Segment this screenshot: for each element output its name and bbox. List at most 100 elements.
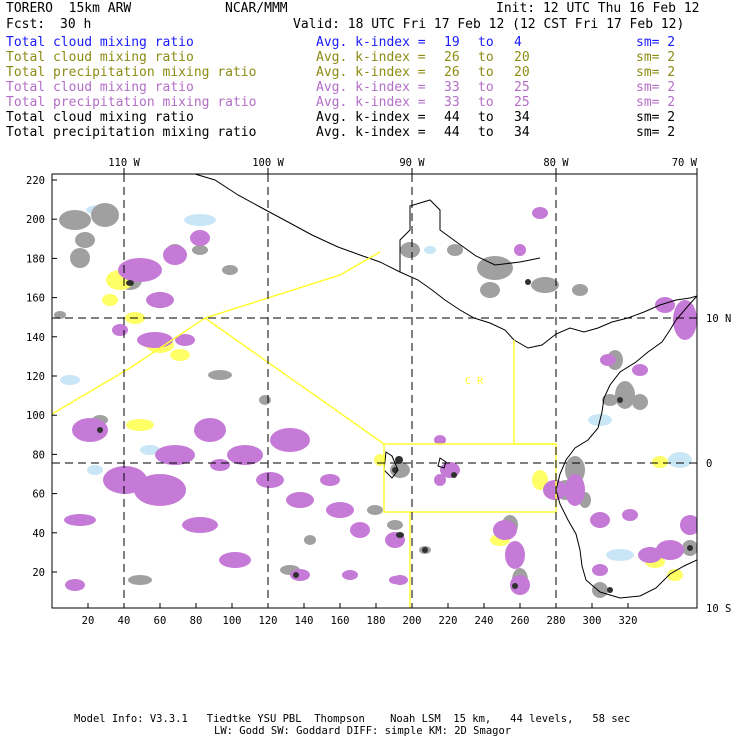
y-tick-label: 200 xyxy=(26,214,45,226)
y-tick-label: 180 xyxy=(26,253,45,265)
y-tick-label: 220 xyxy=(26,175,45,187)
cloud-field-blob xyxy=(615,381,635,409)
cloud-field-blob xyxy=(128,575,152,585)
cloud-field-blob xyxy=(270,428,310,452)
lat-lon-grid xyxy=(52,174,697,608)
lat-label: 10 S xyxy=(706,603,731,615)
cloud-field-blob xyxy=(505,541,525,569)
lat-label: 10 N xyxy=(706,313,731,325)
x-tick-label: 40 xyxy=(118,615,131,627)
x-tick-label: 20 xyxy=(82,615,95,627)
cloud-field-blob xyxy=(590,512,610,528)
x-tick-label: 280 xyxy=(547,615,566,627)
cloud-field-blob xyxy=(155,445,195,465)
y-tick-label: 160 xyxy=(26,293,45,305)
cloud-field-blob xyxy=(342,570,358,580)
cloud-field-blob xyxy=(102,294,118,306)
cloud-field-blob xyxy=(222,265,238,275)
cloud-field-blob xyxy=(126,419,154,431)
cloud-field-blob xyxy=(543,480,567,500)
cloud-field-blob xyxy=(326,502,354,518)
y-tick-label: 20 xyxy=(32,567,45,579)
cloud-field-blob xyxy=(91,203,119,227)
cloud-field-blob xyxy=(493,520,517,540)
cloud-field-blob xyxy=(75,232,95,248)
cloud-field-layer xyxy=(54,203,697,598)
cloud-field-blob xyxy=(592,564,608,576)
x-tick-label: 240 xyxy=(475,615,494,627)
cloud-field-blob xyxy=(146,292,174,308)
weather-map: 110 W 100 W 90 W 80 W 70 W 10 N 0 10 S 20 40 60 80 1… xyxy=(26,157,731,627)
cloud-field-blob xyxy=(259,395,271,405)
cloud-field-blob xyxy=(531,277,559,293)
cloud-field-blob xyxy=(65,579,85,591)
cloud-field-blob xyxy=(480,282,500,298)
cloud-field-blob xyxy=(87,465,103,475)
cloud-field-blob xyxy=(400,242,420,258)
map-frame xyxy=(51,173,698,609)
region-boundary-layer xyxy=(52,251,557,608)
cloud-field-blob xyxy=(622,509,638,521)
cloud-field-blob xyxy=(192,245,208,255)
cloud-field-blob xyxy=(59,210,91,230)
cloud-field-blob xyxy=(572,284,588,296)
cloud-field-blob xyxy=(592,582,608,598)
cloud-field-blob xyxy=(655,297,675,313)
cloud-field-blob xyxy=(320,474,340,486)
x-tick-label: 120 xyxy=(259,615,278,627)
cloud-field-blob xyxy=(304,535,316,545)
cloud-field-blob xyxy=(514,244,526,256)
lon-label: 80 W xyxy=(543,157,569,169)
cloud-field-blob xyxy=(184,214,216,226)
x-tick-label: 300 xyxy=(583,615,602,627)
cloud-field-blob xyxy=(227,445,263,465)
y-tick-label: 120 xyxy=(26,371,45,383)
cloud-field-blob xyxy=(668,452,692,468)
cloud-field-blob xyxy=(182,517,218,533)
cloud-field-blob xyxy=(451,472,457,478)
region-label: C R xyxy=(465,376,484,387)
cloud-field-blob xyxy=(632,394,648,410)
cloud-field-blob xyxy=(118,258,162,282)
cloud-field-blob xyxy=(293,572,299,578)
lon-label: 90 W xyxy=(399,157,425,169)
y-tick-label: 80 xyxy=(32,449,45,461)
cloud-field-blob xyxy=(607,587,613,593)
cloud-field-blob xyxy=(392,575,408,585)
lon-label: 70 W xyxy=(672,157,698,169)
cloud-field-blob xyxy=(424,246,436,254)
cloud-field-blob xyxy=(208,370,232,380)
cloud-field-blob xyxy=(477,256,513,280)
cloud-field-blob xyxy=(396,532,404,538)
cloud-field-blob xyxy=(367,505,383,515)
x-tick-label: 100 xyxy=(223,615,242,627)
x-tick-label: 260 xyxy=(511,615,530,627)
cloud-field-blob xyxy=(565,474,585,506)
cloud-field-blob xyxy=(434,474,446,486)
cloud-field-blob xyxy=(112,324,128,336)
cloud-field-blob xyxy=(532,207,548,219)
cloud-field-blob xyxy=(600,354,616,366)
model-info-line: Model Info: V3.3.1 Tiedtke YSU PBL Thomp… xyxy=(74,713,631,725)
y-tick-label: 40 xyxy=(32,528,45,540)
cloud-field-blob xyxy=(190,230,210,246)
cloud-field-blob xyxy=(170,349,190,361)
cloud-field-blob xyxy=(525,279,531,285)
cloud-field-blob xyxy=(652,456,668,468)
y-tick-label: 140 xyxy=(26,332,45,344)
cloud-field-blob xyxy=(97,427,103,433)
cloud-field-blob xyxy=(210,459,230,471)
cloud-field-blob xyxy=(286,492,314,508)
cloud-field-blob xyxy=(137,332,173,348)
cloud-field-blob xyxy=(447,244,463,256)
cloud-field-blob xyxy=(219,552,251,568)
cloud-field-blob xyxy=(687,545,693,551)
cloud-field-blob xyxy=(194,418,226,442)
x-tick-label: 200 xyxy=(403,615,422,627)
x-tick-label: 160 xyxy=(331,615,350,627)
lon-label: 110 W xyxy=(108,157,140,169)
x-tick-label: 220 xyxy=(439,615,458,627)
cloud-field-blob xyxy=(126,280,134,286)
x-tick-label: 60 xyxy=(154,615,167,627)
cloud-field-blob xyxy=(163,245,187,265)
